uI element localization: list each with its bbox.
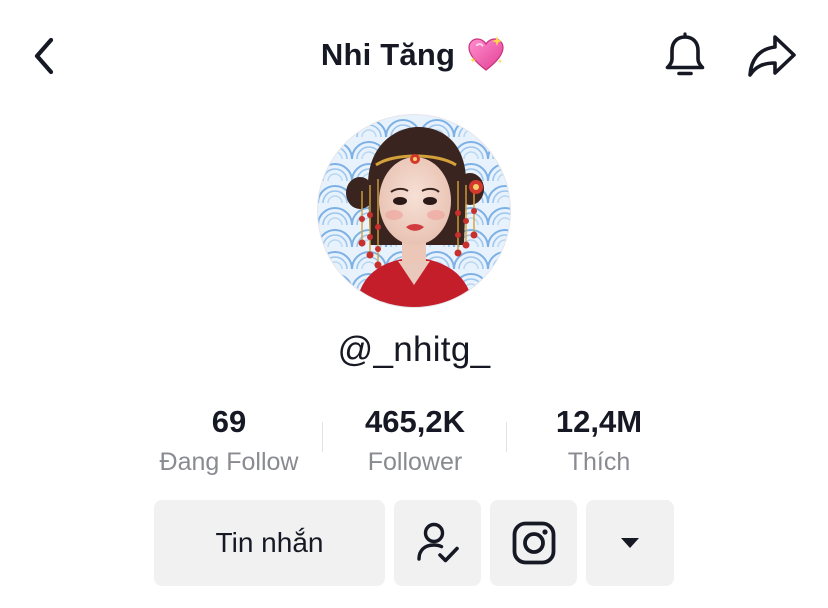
profile-avatar[interactable] bbox=[318, 115, 510, 307]
user-check-icon bbox=[416, 522, 459, 563]
profile-stats: 69 Đang Follow 465,2K Follower 12,4M Thí… bbox=[136, 400, 692, 484]
profile-display-name: Nhi Tăng bbox=[320, 37, 456, 72]
following-stat[interactable]: 69 Đang Follow bbox=[136, 400, 322, 480]
likes-stat[interactable]: 12,4M Thích bbox=[506, 400, 692, 480]
caret-down-icon bbox=[621, 538, 639, 548]
share-arrow-icon bbox=[748, 35, 796, 77]
profile-title: Nhi Tăng bbox=[200, 30, 628, 80]
more-options-button[interactable] bbox=[586, 500, 674, 586]
chevron-left-icon bbox=[34, 37, 54, 75]
followers-label: Follower bbox=[367, 448, 463, 476]
followers-stat[interactable]: 465,2K Follower bbox=[322, 400, 508, 480]
profile-username: @_nhitg_ bbox=[337, 330, 491, 369]
notification-button[interactable] bbox=[660, 31, 710, 81]
following-status-button[interactable] bbox=[394, 500, 481, 586]
avatar-image bbox=[318, 115, 510, 307]
back-button[interactable] bbox=[22, 34, 66, 78]
sparkling-heart-icon bbox=[465, 34, 507, 76]
following-label: Đang Follow bbox=[159, 448, 299, 476]
share-button[interactable] bbox=[744, 31, 800, 81]
likes-label: Thích bbox=[567, 448, 631, 476]
message-button[interactable]: Tin nhắn bbox=[154, 500, 385, 586]
instagram-icon bbox=[512, 521, 555, 565]
followers-count: 465,2K bbox=[365, 404, 465, 439]
instagram-button[interactable] bbox=[490, 500, 577, 586]
likes-count: 12,4M bbox=[555, 404, 643, 439]
top-navigation-bar: Nhi Tăng bbox=[0, 0, 828, 112]
bell-icon bbox=[665, 32, 705, 76]
following-count: 69 bbox=[211, 404, 247, 439]
profile-actions: Tin nhắn bbox=[154, 500, 674, 586]
message-button-label: Tin nhắn bbox=[215, 527, 324, 558]
